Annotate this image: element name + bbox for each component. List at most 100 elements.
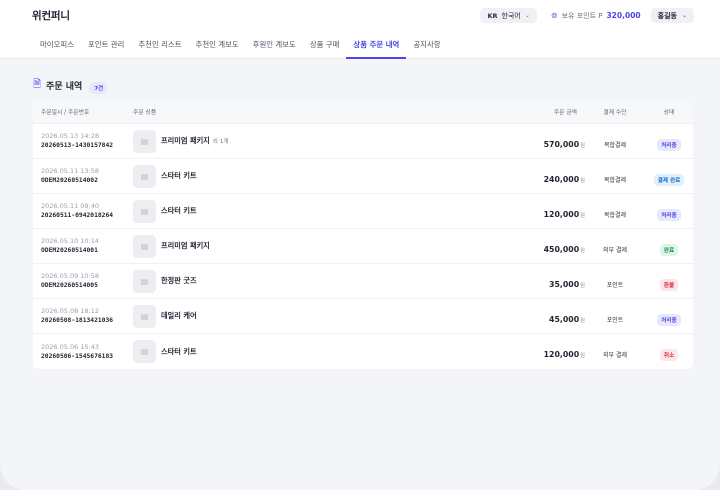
payment-method: 외부 결제 — [603, 246, 627, 254]
product-name-text: 프리미엄 패키지 — [161, 136, 210, 145]
column-header-payment: 결제 수단 — [603, 110, 627, 116]
order-datetime-cell: 2026.05.11 13:58 ODEM20260514002 — [33, 166, 133, 186]
payment-method: 복합결제 — [603, 176, 627, 184]
column-header-date: 주문일시 / 주문번호 — [41, 110, 90, 116]
order-number[interactable]: ODEM20260514002 — [41, 176, 133, 186]
payment-method: 복합결제 — [603, 211, 627, 219]
table-row[interactable]: 2026.05.09 10:58 ODEM20260514005 ▤ 한정판 굿즈 35… — [33, 264, 693, 299]
order-amount: 45,000 — [549, 314, 580, 324]
payment-method: 포인트 — [606, 316, 624, 324]
nav-tab-7[interactable]: 공지사항 — [406, 31, 447, 59]
nav-tab-1[interactable]: 포인트 관리 — [81, 31, 131, 59]
order-number[interactable]: 20260511-0942018264 — [41, 211, 133, 221]
product-name[interactable]: 데일리 케어 — [161, 311, 197, 321]
status-cell: 처리중 — [645, 132, 693, 151]
product-name-text: 프리미엄 패키지 — [161, 241, 210, 250]
column-header-amount: 주문 금액 — [553, 110, 577, 116]
brand-logo[interactable]: 위컨퍼니 — [32, 8, 70, 23]
table-row[interactable]: 2026.05.08 18:12 20260508-1813421036 ▤ 데일리 … — [33, 299, 693, 334]
order-number[interactable]: ODEM20260514001 — [41, 246, 133, 256]
order-date: 2026.05.11 13:58 — [41, 167, 100, 175]
amount-cell: 45,000원 — [525, 307, 585, 326]
product-cell: ▤ 스타터 키트 — [133, 199, 525, 223]
table-row[interactable]: 2026.05.06 15:43 20260506-1545676183 ▤ 스타터 … — [33, 334, 693, 369]
amount-cell: 120,000원 — [525, 342, 585, 361]
order-number[interactable]: ODEM20260514005 — [41, 281, 133, 291]
language-selector[interactable]: KR 한국어 ⌄ — [480, 8, 537, 23]
nav-tab-5[interactable]: 상품 구매 — [303, 31, 347, 59]
payment-cell: 외부 결제 — [585, 237, 645, 256]
status-cell: 취소 — [645, 342, 693, 361]
user-menu-button[interactable]: 홍길동 ⌄ — [650, 8, 694, 23]
order-amount: 570,000 — [543, 139, 580, 149]
order-date: 2026.05.10 10:14 — [41, 237, 100, 245]
status-badge: 처리중 — [657, 313, 681, 326]
receipt-icon: 🗎 — [33, 79, 42, 90]
order-number[interactable]: 20260508-1813421036 — [41, 316, 133, 326]
orders-table: 주문일시 / 주문번호 주문 상품 주문 금액 결제 수단 상태 2026.05… — [33, 100, 693, 369]
nav-tab-3[interactable]: 추천인 계보도 — [189, 31, 246, 59]
nav-tab-6[interactable]: 상품 주문 내역 — [346, 31, 407, 59]
payment-method: 외부 결제 — [603, 352, 627, 359]
section-header: 🗎 주문 내역 7건 — [33, 77, 693, 94]
payment-cell: 포인트 — [585, 307, 645, 326]
status-cell: 완료 — [645, 237, 693, 256]
product-name[interactable]: 프리미엄 패키지 외 1개 — [161, 136, 228, 146]
product-name-text: 데일리 케어 — [161, 311, 197, 320]
order-datetime-cell: 2026.05.11 09:40 20260511-0942018264 — [33, 201, 133, 221]
product-cell: ▤ 한정판 굿즈 — [133, 269, 525, 293]
status-cell: 환불 — [645, 272, 693, 291]
order-count-badge: 7건 — [89, 81, 109, 94]
page-title: 주문 내역 — [46, 82, 83, 92]
main-content: 🗎 주문 내역 7건 주문일시 / 주문번호 주문 상품 주문 금액 결제 수단… — [0, 59, 720, 369]
order-amount: 240,000 — [543, 174, 580, 184]
product-image-placeholder-icon: ▤ — [133, 129, 156, 153]
product-image-placeholder-icon: ▤ — [133, 164, 156, 188]
order-amount: 120,000 — [543, 209, 580, 219]
main-nav: 마이오피스 포인트 관리 추천인 리스트 추천인 계보도 후원인 계보도 상품 구매 상품 … — [0, 31, 720, 59]
table-row[interactable]: 2026.05.11 13:58 ODEM20260514002 ▤ 스타터 키트 24… — [33, 159, 693, 194]
language-code: KR — [487, 11, 498, 20]
product-name[interactable]: 한정판 굿즈 — [161, 276, 197, 286]
product-name[interactable]: 스타터 키트 — [161, 206, 197, 216]
nav-tab-2[interactable]: 추천인 리스트 — [131, 31, 188, 59]
points-value: 320,000 — [606, 11, 641, 20]
top-bar: 위컨퍼니 KR 한국어 ⌄ ⊚ 보유 포인트 P 320,000 홍길동 ⌄ — [0, 0, 720, 31]
payment-method: 포인트 — [606, 281, 624, 289]
app-window: 위컨퍼니 KR 한국어 ⌄ ⊚ 보유 포인트 P 320,000 홍길동 ⌄ 마… — [0, 0, 720, 490]
order-date: 2026.05.08 18:12 — [41, 307, 100, 315]
product-cell: ▤ 프리미엄 패키지 외 1개 — [133, 129, 525, 153]
order-amount: 450,000 — [543, 244, 580, 254]
product-name[interactable]: 프리미엄 패키지 — [161, 241, 210, 251]
status-badge: 결제 완료 — [653, 173, 685, 186]
product-image-placeholder-icon: ▤ — [133, 234, 156, 258]
order-number[interactable]: 20260506-1545676183 — [41, 352, 133, 362]
nav-tab-4[interactable]: 후원인 계보도 — [246, 31, 303, 59]
coins-icon: ⊚ — [550, 11, 558, 20]
table-header: 주문일시 / 주문번호 주문 상품 주문 금액 결제 수단 상태 — [33, 100, 693, 124]
table-row[interactable]: 2026.05.11 09:40 20260511-0942018264 ▤ 스타터 … — [33, 194, 693, 229]
product-cell: ▤ 스타터 키트 — [133, 164, 525, 188]
product-cell: ▤ 프리미엄 패키지 — [133, 234, 525, 258]
order-datetime-cell: 2026.05.13 14:28 20260513-1430157842 — [33, 131, 133, 151]
order-amount: 35,000 — [549, 279, 580, 289]
product-image-placeholder-icon: ▤ — [133, 269, 156, 293]
amount-cell: 35,000원 — [525, 272, 585, 291]
product-name-text: 한정판 굿즈 — [161, 276, 197, 285]
payment-cell: 복합결제 — [585, 132, 645, 151]
table-row[interactable]: 2026.05.13 14:28 20260513-1430157842 ▤ 프리미엄… — [33, 124, 693, 159]
order-datetime-cell: 2026.05.08 18:12 20260508-1813421036 — [33, 306, 133, 326]
order-date: 2026.05.11 09:40 — [41, 202, 100, 210]
product-cell: ▤ 데일리 케어 — [133, 304, 525, 328]
order-number[interactable]: 20260513-1430157842 — [41, 141, 133, 151]
nav-tab-0[interactable]: 마이오피스 — [33, 31, 81, 59]
table-row[interactable]: 2026.05.10 10:14 ODEM20260514001 ▤ 프리미엄 패키지… — [33, 229, 693, 264]
amount-cell: 120,000원 — [525, 202, 585, 221]
product-image-placeholder-icon: ▤ — [133, 199, 156, 223]
amount-cell: 570,000원 — [525, 132, 585, 151]
product-name[interactable]: 스타터 키트 — [161, 171, 197, 181]
product-image-placeholder-icon: ▤ — [133, 304, 156, 328]
table-body: 2026.05.13 14:28 20260513-1430157842 ▤ 프리미엄… — [33, 124, 693, 369]
product-name[interactable]: 스타터 키트 — [161, 347, 197, 357]
payment-cell: 외부 결제 — [585, 342, 645, 361]
